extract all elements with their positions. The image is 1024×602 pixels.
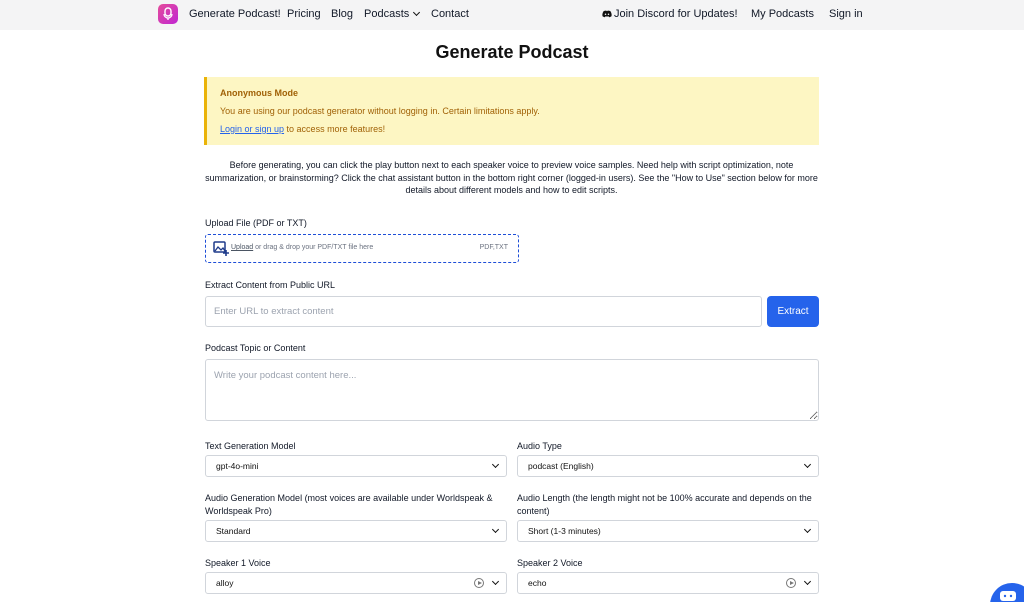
speaker1-value: alloy bbox=[216, 578, 234, 588]
audio-length-value: Short (1-3 minutes) bbox=[528, 526, 601, 536]
nav-sign-in-link[interactable]: Sign in bbox=[829, 8, 863, 21]
audio-type-select[interactable]: podcast (English) bbox=[517, 455, 819, 477]
chat-assistant-button[interactable] bbox=[990, 583, 1024, 602]
nav-podcasts-dropdown[interactable]: Podcasts bbox=[364, 8, 421, 21]
nav-podcasts-label: Podcasts bbox=[364, 8, 410, 20]
chevron-down-icon bbox=[803, 525, 812, 534]
url-label: Extract Content from Public URL bbox=[205, 280, 336, 290]
alert-login-line: Login or sign up to access more features… bbox=[220, 124, 385, 134]
speaker2-value: echo bbox=[528, 578, 547, 588]
top-navbar: Generate Podcast! Pricing Blog Podcasts … bbox=[0, 0, 1024, 30]
chevron-down-icon bbox=[491, 577, 500, 586]
chevron-down-icon bbox=[803, 577, 812, 586]
play-circle-icon[interactable] bbox=[474, 578, 484, 588]
upload-link[interactable]: Upload bbox=[231, 244, 253, 251]
alert-title: Anonymous Mode bbox=[220, 88, 298, 98]
nav-discord-link[interactable]: Join Discord for Updates! bbox=[602, 8, 738, 21]
podcast-logo-icon[interactable] bbox=[158, 4, 178, 24]
nav-pricing-link[interactable]: Pricing bbox=[287, 8, 321, 21]
audio-model-select[interactable]: Standard bbox=[205, 520, 507, 542]
page-title: Generate Podcast bbox=[435, 42, 589, 62]
dropzone-text: Upload or drag & drop your PDF/TXT file … bbox=[231, 244, 373, 251]
extract-button[interactable]: Extract bbox=[767, 296, 819, 327]
speaker2-label: Speaker 2 Voice bbox=[517, 558, 583, 568]
chevron-down-icon bbox=[491, 460, 500, 469]
chevron-down-icon bbox=[491, 525, 500, 534]
text-model-value: gpt-4o-mini bbox=[216, 461, 259, 471]
speaker2-select[interactable]: echo bbox=[517, 572, 819, 594]
file-types: PDF,TXT bbox=[479, 244, 508, 251]
upload-label: Upload File (PDF or TXT) bbox=[205, 218, 307, 228]
chevron-down-icon bbox=[413, 8, 421, 17]
chevron-down-icon bbox=[803, 460, 812, 469]
image-upload-icon bbox=[213, 241, 229, 256]
anonymous-mode-alert: Anonymous Mode You are using our podcast… bbox=[204, 77, 819, 145]
nav-blog-link[interactable]: Blog bbox=[331, 8, 353, 21]
url-input[interactable] bbox=[205, 296, 762, 327]
audio-length-label: Audio Length (the length might not be 10… bbox=[517, 493, 812, 516]
dropzone-hint: or drag & drop your PDF/TXT file here bbox=[253, 244, 374, 251]
audio-model-label: Audio Generation Model (most voices are … bbox=[205, 493, 493, 516]
intro-text: Before generating, you can click the pla… bbox=[205, 160, 818, 195]
file-dropzone[interactable]: Upload or drag & drop your PDF/TXT file … bbox=[205, 234, 519, 263]
alert-login-suffix: to access more features! bbox=[284, 124, 386, 134]
audio-model-value: Standard bbox=[216, 526, 251, 536]
alert-text: You are using our podcast generator with… bbox=[220, 106, 540, 116]
topic-textarea[interactable] bbox=[205, 359, 819, 421]
audio-type-label: Audio Type bbox=[517, 441, 562, 451]
topic-label: Podcast Topic or Content bbox=[205, 343, 306, 353]
nav-contact-link[interactable]: Contact bbox=[431, 8, 469, 21]
speaker1-label: Speaker 1 Voice bbox=[205, 558, 271, 568]
text-model-label: Text Generation Model bbox=[205, 441, 296, 451]
discord-icon bbox=[602, 10, 612, 18]
speaker1-select[interactable]: alloy bbox=[205, 572, 507, 594]
text-model-select[interactable]: gpt-4o-mini bbox=[205, 455, 507, 477]
play-circle-icon[interactable] bbox=[786, 578, 796, 588]
audio-type-value: podcast (English) bbox=[528, 461, 594, 471]
nav-my-podcasts-link[interactable]: My Podcasts bbox=[751, 8, 814, 21]
login-signup-link[interactable]: Login or sign up bbox=[220, 124, 284, 134]
audio-length-select[interactable]: Short (1-3 minutes) bbox=[517, 520, 819, 542]
nav-discord-label: Join Discord for Updates! bbox=[614, 8, 738, 20]
chat-icon bbox=[1000, 591, 1016, 601]
nav-brand-link[interactable]: Generate Podcast! bbox=[189, 8, 281, 21]
